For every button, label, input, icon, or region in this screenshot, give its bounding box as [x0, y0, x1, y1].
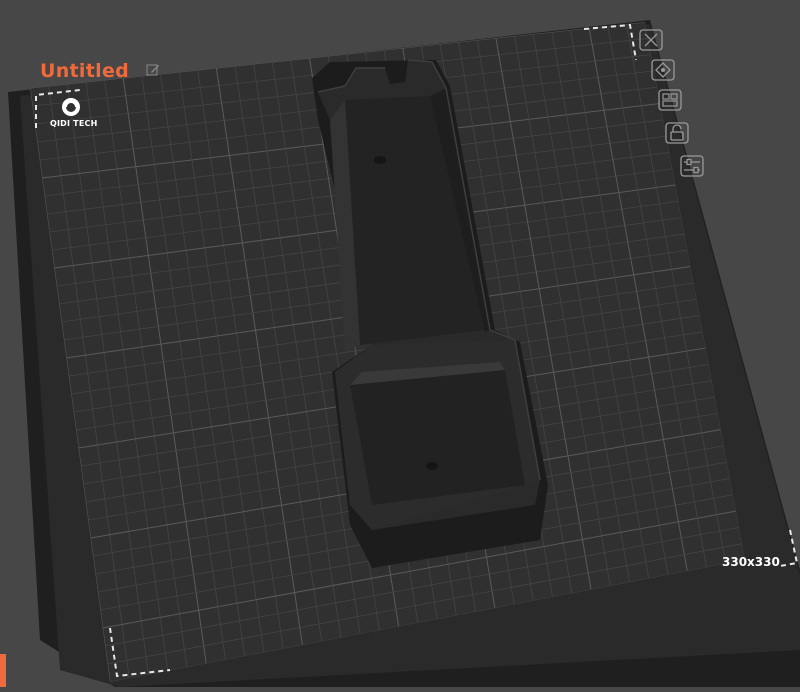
project-title[interactable]: Untitled — [40, 60, 129, 82]
orient-icon — [651, 59, 675, 81]
arrange-button[interactable] — [657, 88, 683, 112]
settings-sliders-icon — [680, 155, 704, 177]
plate-settings-button[interactable] — [679, 154, 705, 178]
brand-logo-text: QIDI TECH — [50, 119, 98, 128]
lock-plate-button[interactable] — [664, 121, 690, 145]
edit-title-icon[interactable] — [146, 63, 160, 77]
close-icon — [639, 29, 663, 51]
lock-icon — [665, 122, 689, 144]
brand-logo-icon — [62, 98, 80, 116]
selection-indicator — [0, 654, 6, 687]
close-plate-button[interactable] — [638, 28, 664, 52]
arrange-icon — [658, 89, 682, 111]
3d-viewport[interactable]: Untitled QIDI TECH 330x330 — [0, 0, 800, 687]
plate-size-label: 330x330 — [722, 555, 780, 569]
auto-orient-button[interactable] — [650, 58, 676, 82]
